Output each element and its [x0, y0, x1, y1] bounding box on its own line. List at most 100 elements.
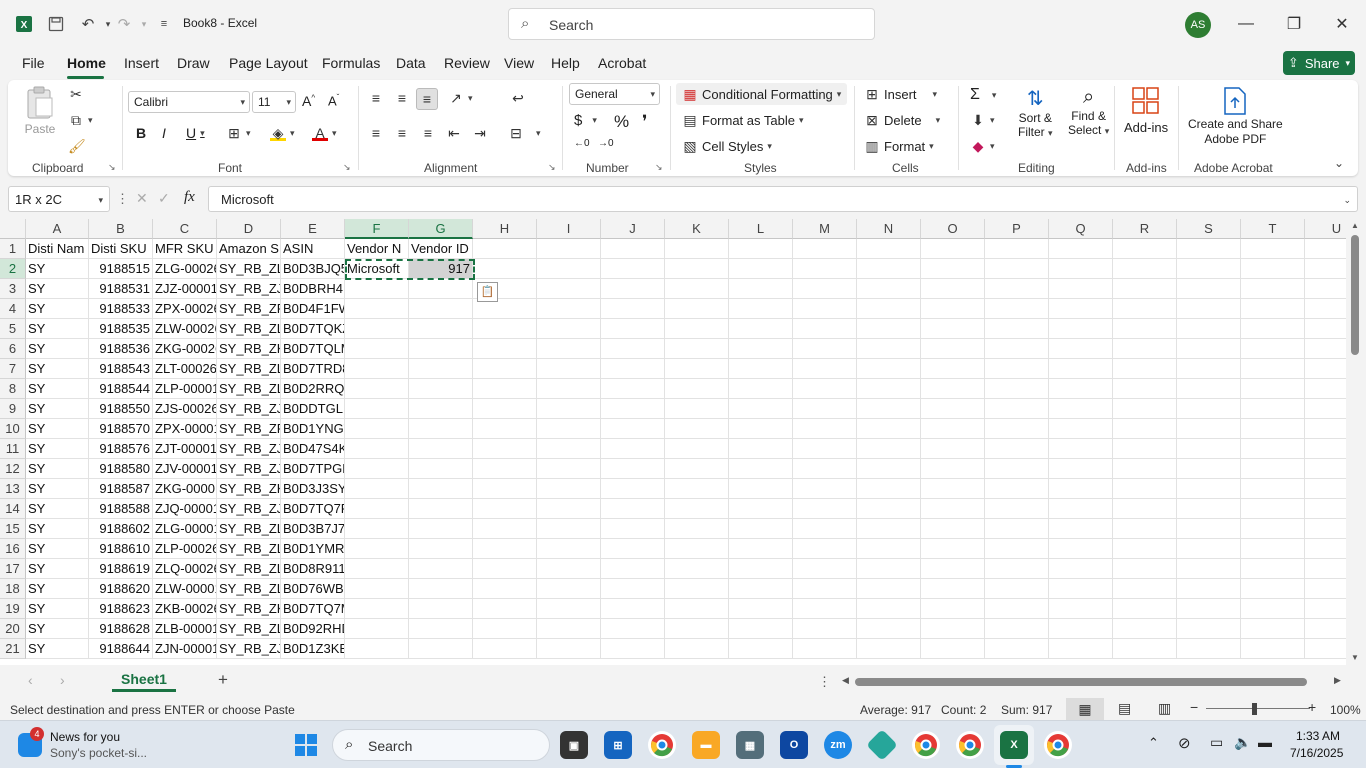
cell-i12[interactable] — [537, 459, 601, 479]
align-left-button[interactable]: ≡ — [368, 125, 384, 141]
cell-a3[interactable]: SY — [26, 279, 89, 299]
align-top-button[interactable]: ≡ — [368, 90, 384, 106]
cell-j6[interactable] — [601, 339, 665, 359]
cell-b6[interactable]: 9188536 — [89, 339, 153, 359]
cell-i7[interactable] — [537, 359, 601, 379]
italic-button[interactable]: I — [162, 125, 166, 141]
battery-icon[interactable]: ▬ — [1258, 734, 1272, 750]
cell-g15[interactable] — [409, 519, 473, 539]
cell-e9[interactable]: B0DDTGLB6J — [281, 399, 345, 419]
cell-k7[interactable] — [665, 359, 729, 379]
cell-p8[interactable] — [985, 379, 1049, 399]
tab-draw[interactable]: Draw — [177, 55, 210, 71]
cell-g8[interactable] — [409, 379, 473, 399]
cell-t11[interactable] — [1241, 439, 1305, 459]
cell-f19[interactable] — [345, 599, 409, 619]
cell-c9[interactable]: ZJS-00026 — [153, 399, 217, 419]
cell-i13[interactable] — [537, 479, 601, 499]
cell-d18[interactable]: SY_RB_ZLW — [217, 579, 281, 599]
cell-f15[interactable] — [345, 519, 409, 539]
row-header-4[interactable]: 4 — [0, 299, 26, 319]
number-launcher-icon[interactable]: ↘ — [655, 162, 663, 173]
cell-a15[interactable]: SY — [26, 519, 89, 539]
cell-b20[interactable]: 9188628 — [89, 619, 153, 639]
tab-acrobat[interactable]: Acrobat — [598, 55, 646, 71]
cell-q18[interactable] — [1049, 579, 1113, 599]
cell-e19[interactable]: B0D7TQ7MHT — [281, 599, 345, 619]
cell-d11[interactable]: SY_RB_ZJT — [217, 439, 281, 459]
cell-s15[interactable] — [1177, 519, 1241, 539]
column-header-j[interactable]: J — [601, 219, 665, 239]
cell-r21[interactable] — [1113, 639, 1177, 659]
cell-a8[interactable]: SY — [26, 379, 89, 399]
cell-f13[interactable] — [345, 479, 409, 499]
format-as-table-button[interactable]: ▤ Format as Table ▾ — [682, 112, 803, 128]
cell-r11[interactable] — [1113, 439, 1177, 459]
column-header-h[interactable]: H — [473, 219, 537, 239]
cell-a1[interactable]: Disti Nam — [26, 239, 89, 259]
cell-m5[interactable] — [793, 319, 857, 339]
cell-e6[interactable]: B0D7TQLM6N — [281, 339, 345, 359]
increase-decimal-button[interactable]: ←0 — [574, 138, 590, 149]
file-explorer-icon[interactable]: ▬ — [692, 731, 720, 759]
cell-d4[interactable]: SY_RB_ZPX — [217, 299, 281, 319]
cell-a21[interactable]: SY — [26, 639, 89, 659]
chrome-icon[interactable] — [648, 731, 676, 759]
cell-c7[interactable]: ZLT-00026 — [153, 359, 217, 379]
cell-j17[interactable] — [601, 559, 665, 579]
cell-b19[interactable]: 9188623 — [89, 599, 153, 619]
cell-m2[interactable] — [793, 259, 857, 279]
cell-c18[interactable]: ZLW-00001 — [153, 579, 217, 599]
cell-b16[interactable]: 9188610 — [89, 539, 153, 559]
zoom-slider[interactable] — [1206, 708, 1310, 709]
cell-o8[interactable] — [921, 379, 985, 399]
cell-s6[interactable] — [1177, 339, 1241, 359]
cell-o3[interactable] — [921, 279, 985, 299]
column-header-q[interactable]: Q — [1049, 219, 1113, 239]
cell-p12[interactable] — [985, 459, 1049, 479]
cell-t8[interactable] — [1241, 379, 1305, 399]
cell-t12[interactable] — [1241, 459, 1305, 479]
cell-u21[interactable] — [1305, 639, 1346, 659]
formula-input[interactable]: Microsoft ⌄ — [208, 186, 1358, 212]
cell-m10[interactable] — [793, 419, 857, 439]
cell-u14[interactable] — [1305, 499, 1346, 519]
cell-b18[interactable]: 9188620 — [89, 579, 153, 599]
cell-g10[interactable] — [409, 419, 473, 439]
cell-f8[interactable] — [345, 379, 409, 399]
font-name-select[interactable]: Calibri ▾ — [128, 91, 250, 113]
customize-qat-icon[interactable]: ≡ — [152, 12, 176, 36]
cell-n17[interactable] — [857, 559, 921, 579]
status-sum[interactable]: Sum: 917 — [1001, 703, 1052, 717]
cell-f21[interactable] — [345, 639, 409, 659]
next-sheet-icon[interactable]: › — [60, 672, 65, 688]
cell-i20[interactable] — [537, 619, 601, 639]
cell-m3[interactable] — [793, 279, 857, 299]
add-sheet-icon[interactable]: + — [218, 670, 228, 690]
cell-l2[interactable] — [729, 259, 793, 279]
cell-n4[interactable] — [857, 299, 921, 319]
cell-s7[interactable] — [1177, 359, 1241, 379]
cell-k1[interactable] — [665, 239, 729, 259]
news-subtitle[interactable]: Sony's pocket-si... — [50, 746, 147, 760]
cell-e4[interactable]: B0D4F1FW7V — [281, 299, 345, 319]
cell-i5[interactable] — [537, 319, 601, 339]
fill-color-button[interactable]: ◈ ▾ — [270, 125, 295, 141]
task-view-icon[interactable]: ▣ — [560, 731, 588, 759]
cell-r8[interactable] — [1113, 379, 1177, 399]
worksheet-grid[interactable]: ABCDEFGHIJKLMNOPQRSTU 1 2 3 4 5 6 7 8 9 10 11 12 13 1… — [0, 219, 1346, 665]
cell-styles-button[interactable]: ▧ Cell Styles ▾ — [682, 138, 772, 154]
cell-a17[interactable]: SY — [26, 559, 89, 579]
name-box[interactable]: 1R x 2C ▾ — [8, 186, 110, 212]
cell-o11[interactable] — [921, 439, 985, 459]
cell-p13[interactable] — [985, 479, 1049, 499]
cell-p21[interactable] — [985, 639, 1049, 659]
cell-d3[interactable]: SY_RB_ZJZ — [217, 279, 281, 299]
cell-a19[interactable]: SY — [26, 599, 89, 619]
decrease-font-button[interactable]: Aˇ — [328, 93, 339, 108]
cell-u4[interactable] — [1305, 299, 1346, 319]
cell-q3[interactable] — [1049, 279, 1113, 299]
cell-b1[interactable]: Disti SKU — [89, 239, 153, 259]
cell-e16[interactable]: B0D1YMRJTZ — [281, 539, 345, 559]
decrease-decimal-button[interactable]: →0 — [598, 138, 614, 149]
